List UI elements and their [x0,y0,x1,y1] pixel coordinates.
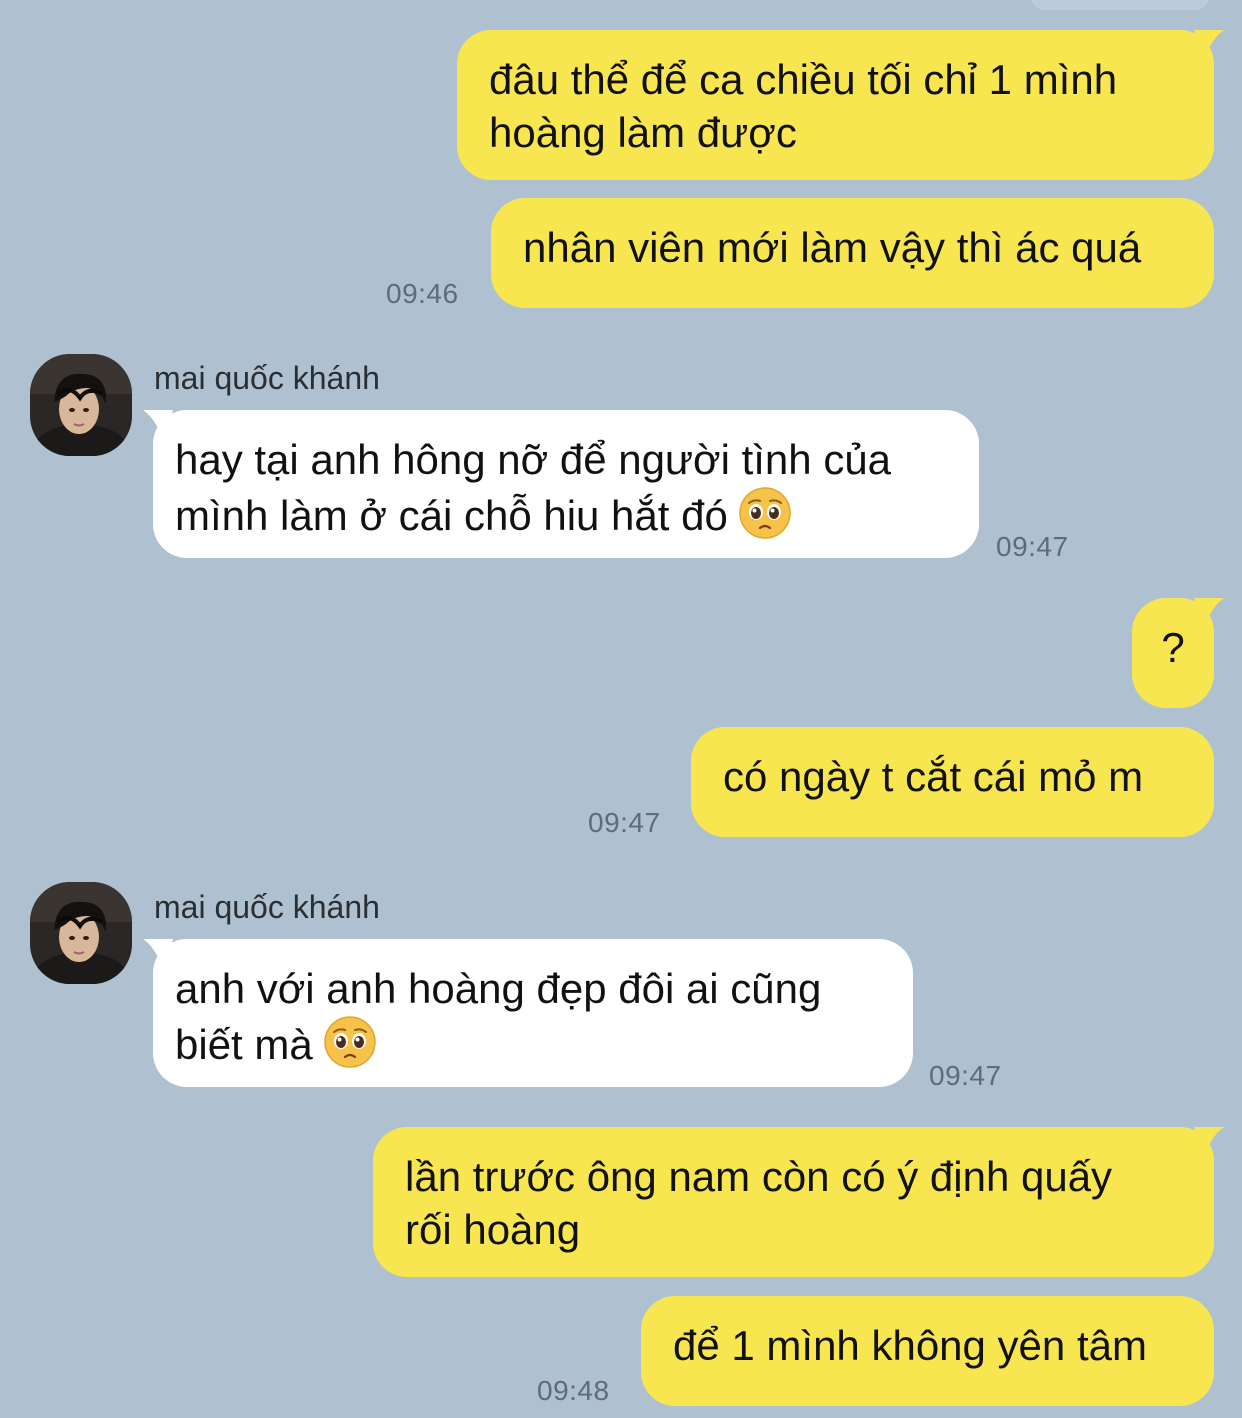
bubble-tail [143,410,173,440]
outgoing-message-bubble[interactable]: nhân viên mới làm vậy thì ác quá [491,198,1214,308]
profile-photo-icon [30,882,132,984]
bubble-tail [1194,598,1224,628]
message-line: lần trước ông nam còn có ý định quấy [405,1153,1113,1200]
outgoing-message-bubble[interactable]: có ngày t cắt cái mỏ m [691,727,1214,837]
message-timestamp: 09:47 [588,807,661,838]
bubble-tail [143,939,173,969]
message-timestamp: 09:47 [996,531,1069,562]
pleading-face-icon [738,486,792,540]
sender-name: mai quốc khánh [154,889,380,925]
outgoing-message-bubble[interactable]: đâu thể để ca chiều tối chỉ 1 mình hoàng… [457,30,1224,180]
profile-photo-icon [30,354,132,456]
bubble-tail [1194,30,1224,60]
outgoing-message-bubble[interactable]: để 1 mình không yên tâm [641,1296,1214,1406]
message-timestamp: 09:48 [537,1375,610,1406]
pleading-face-icon [323,1015,377,1069]
message-line: rối hoàng [405,1206,581,1253]
avatar[interactable] [30,882,132,984]
message-line-text: mình làm ở cái chỗ hiu hắt đó [175,492,728,539]
avatar[interactable] [30,354,132,456]
message-line: mình làm ở cái chỗ hiu hắt đó [175,486,957,542]
message-line: để 1 mình không yên tâm [673,1322,1147,1369]
message-line: hay tại anh hông nỡ để người tình của [175,436,892,483]
outgoing-message-bubble[interactable]: ? [1132,598,1224,708]
message-line-text: biết mà [175,1021,313,1068]
sender-name: mai quốc khánh [154,360,380,396]
incoming-message-bubble[interactable]: hay tại anh hông nỡ để người tình của mì… [143,410,979,558]
message-timestamp: 09:47 [929,1060,1002,1091]
outgoing-message-bubble[interactable]: lần trước ông nam còn có ý định quấy rối… [373,1127,1224,1277]
incoming-message-bubble[interactable]: anh với anh hoàng đẹp đôi ai cũng biết m… [143,939,913,1087]
message-line: đâu thể để ca chiều tối chỉ 1 mình [489,56,1118,103]
message-line: anh với anh hoàng đẹp đôi ai cũng [175,965,822,1012]
message-timestamp: 09:46 [386,278,459,309]
message-line: có ngày t cắt cái mỏ m [723,753,1144,800]
previous-message-fragment [1030,0,1210,10]
bubble-tail [1194,1127,1224,1157]
message-line: biết mà [175,1015,891,1071]
message-line: nhân viên mới làm vậy thì ác quá [523,224,1142,271]
message-line: ? [1161,624,1185,671]
message-line: hoàng làm được [489,109,797,156]
